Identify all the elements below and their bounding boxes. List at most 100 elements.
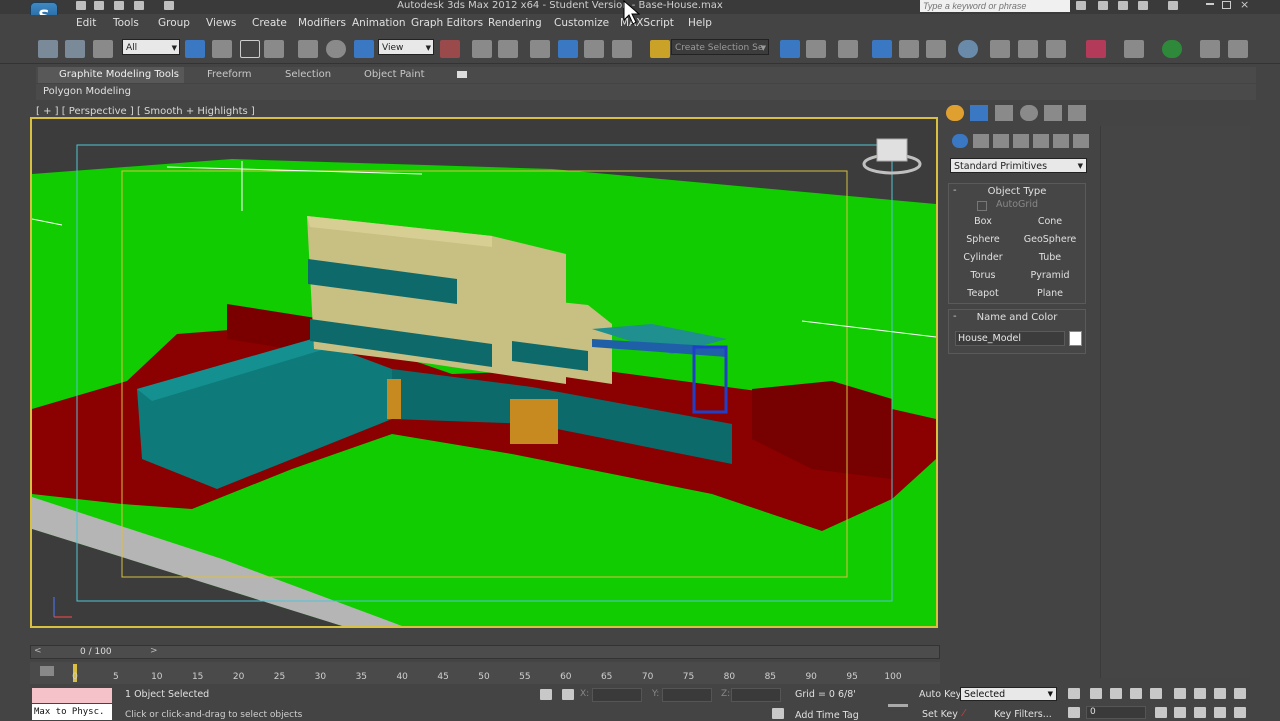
percent-snap-icon[interactable] (584, 40, 604, 58)
help-icon[interactable] (1168, 1, 1178, 10)
modify-tab-icon[interactable] (970, 105, 988, 121)
zoom-all-icon[interactable] (1194, 688, 1206, 699)
material-editor-icon[interactable] (958, 40, 978, 58)
create-tab-icon[interactable] (946, 105, 964, 121)
set-key-curve-icon[interactable]: ⁄ (963, 708, 977, 720)
wrench-icon[interactable] (1098, 1, 1108, 10)
select-by-name-icon[interactable] (212, 40, 232, 58)
snaps-toggle-icon[interactable] (530, 40, 550, 58)
tab-freeform[interactable]: Freeform (207, 69, 252, 80)
name-and-color-title[interactable]: Name and Color (949, 312, 1085, 323)
key-filters-button[interactable]: Key Filters... (994, 709, 1052, 720)
previous-key-icon[interactable] (1090, 688, 1102, 699)
pan-view-icon[interactable] (1194, 707, 1206, 718)
object-color-swatch[interactable] (1069, 331, 1082, 346)
extra-tool-icon[interactable] (1086, 40, 1106, 58)
geometry-icon[interactable] (952, 134, 968, 148)
pyramid-button[interactable]: Pyramid (1019, 268, 1081, 284)
menu-rendering[interactable]: Rendering (488, 17, 542, 29)
menu-create[interactable]: Create (252, 17, 287, 29)
spacewarps-icon[interactable] (1053, 134, 1069, 148)
move-icon[interactable] (298, 40, 318, 58)
window-crossing-icon[interactable] (264, 40, 284, 58)
menu-animation[interactable]: Animation (352, 17, 406, 29)
menu-graph-editors[interactable]: Graph Editors (411, 17, 483, 29)
box-button[interactable]: Box (952, 214, 1014, 230)
geosphere-button[interactable]: GeoSphere (1019, 232, 1081, 248)
extra-tool-4-icon[interactable] (1200, 40, 1220, 58)
sphere-button[interactable]: Sphere (952, 232, 1014, 248)
key-mode-dropdown[interactable]: Selected ▼ (960, 687, 1057, 701)
play-icon[interactable] (1110, 688, 1122, 699)
save-file-icon[interactable] (114, 1, 124, 10)
graphite-toggle-icon[interactable] (872, 40, 892, 58)
plane-button[interactable]: Plane (1019, 286, 1081, 302)
torus-button[interactable]: Torus (952, 268, 1014, 284)
time-configuration-icon[interactable] (1155, 707, 1167, 718)
field-of-view-icon[interactable] (1174, 707, 1186, 718)
menu-views[interactable]: Views (206, 17, 236, 29)
menu-modifiers[interactable]: Modifiers (298, 17, 346, 29)
edit-named-selection-icon[interactable] (650, 40, 670, 58)
selection-filter-dropdown[interactable]: All ▼ (122, 39, 180, 55)
shapes-icon[interactable] (973, 134, 989, 148)
utilities-tab-icon[interactable] (1068, 105, 1086, 121)
object-category-dropdown[interactable]: Standard Primitives ▼ (950, 158, 1087, 173)
tube-button[interactable]: Tube (1019, 250, 1081, 266)
motion-tab-icon[interactable] (1020, 105, 1038, 121)
tab-graphite-modeling-tools[interactable]: Graphite Modeling Tools (59, 69, 179, 80)
menu-help[interactable]: Help (688, 17, 712, 29)
mini-curve-editor-icon[interactable] (40, 666, 54, 676)
rendered-frame-icon[interactable] (1018, 40, 1038, 58)
y-coordinate-field[interactable] (662, 688, 712, 702)
cylinder-button[interactable]: Cylinder (952, 250, 1014, 266)
search-input[interactable] (920, 0, 1070, 12)
go-to-end-icon[interactable] (1150, 688, 1162, 699)
perspective-viewport[interactable] (30, 117, 938, 628)
named-selection-dropdown[interactable]: Create Selection Se ▼ (671, 39, 769, 55)
ribbon-panel-label[interactable]: Polygon Modeling (43, 86, 131, 97)
angle-snap-icon[interactable] (558, 40, 578, 58)
open-file-icon[interactable] (94, 1, 104, 10)
hierarchy-tab-icon[interactable] (995, 105, 1013, 121)
add-time-tag-button[interactable]: Add Time Tag (795, 710, 859, 721)
lights-icon[interactable] (993, 134, 1009, 148)
reference-coordinate-dropdown[interactable]: View ▼ (378, 39, 434, 55)
zoom-extents-all-icon[interactable] (1234, 688, 1246, 699)
render-setup-icon[interactable] (990, 40, 1010, 58)
align-icon[interactable] (806, 40, 826, 58)
maximize-viewport-icon[interactable] (1234, 707, 1246, 718)
helpers-icon[interactable] (1033, 134, 1049, 148)
minimize-icon[interactable] (1206, 3, 1214, 5)
unlink-icon[interactable] (65, 40, 85, 58)
new-file-icon[interactable] (76, 1, 86, 10)
zoom-extents-icon[interactable] (1214, 688, 1226, 699)
bind-spacewarp-icon[interactable] (93, 40, 113, 58)
spinner-snap-icon[interactable] (612, 40, 632, 58)
collapse-icon[interactable]: - (953, 185, 957, 196)
rectangular-selection-icon[interactable] (240, 40, 260, 58)
undo-icon[interactable] (134, 1, 144, 10)
lock-selection-icon[interactable] (540, 689, 552, 700)
scale-icon[interactable] (354, 40, 374, 58)
previous-frame-icon[interactable]: < (34, 646, 42, 656)
subscription-icon[interactable] (1118, 1, 1128, 10)
maxscript-listener[interactable]: Max to Physc. (32, 704, 112, 720)
ribbon-options-icon[interactable] (457, 71, 467, 78)
next-key-icon[interactable] (1130, 688, 1142, 699)
extra-tool-2-icon[interactable] (1124, 40, 1144, 58)
render-production-icon[interactable] (1046, 40, 1066, 58)
time-slider[interactable] (30, 645, 940, 659)
maxscript-mini-listener[interactable] (32, 688, 112, 703)
absolute-mode-icon[interactable] (562, 689, 574, 700)
key-mode-toggle-icon[interactable] (1068, 707, 1080, 718)
object-name-field[interactable]: House_Model (955, 331, 1065, 346)
add-time-tag-icon[interactable] (772, 708, 784, 719)
display-tab-icon[interactable] (1044, 105, 1062, 121)
extra-tool-3-icon[interactable] (1162, 40, 1182, 58)
x-coordinate-field[interactable] (592, 688, 642, 702)
binoculars-icon[interactable] (1076, 1, 1086, 10)
next-frame-icon[interactable]: > (150, 646, 158, 656)
object-type-title[interactable]: Object Type (949, 186, 1085, 197)
teapot-button[interactable]: Teapot (952, 286, 1014, 302)
